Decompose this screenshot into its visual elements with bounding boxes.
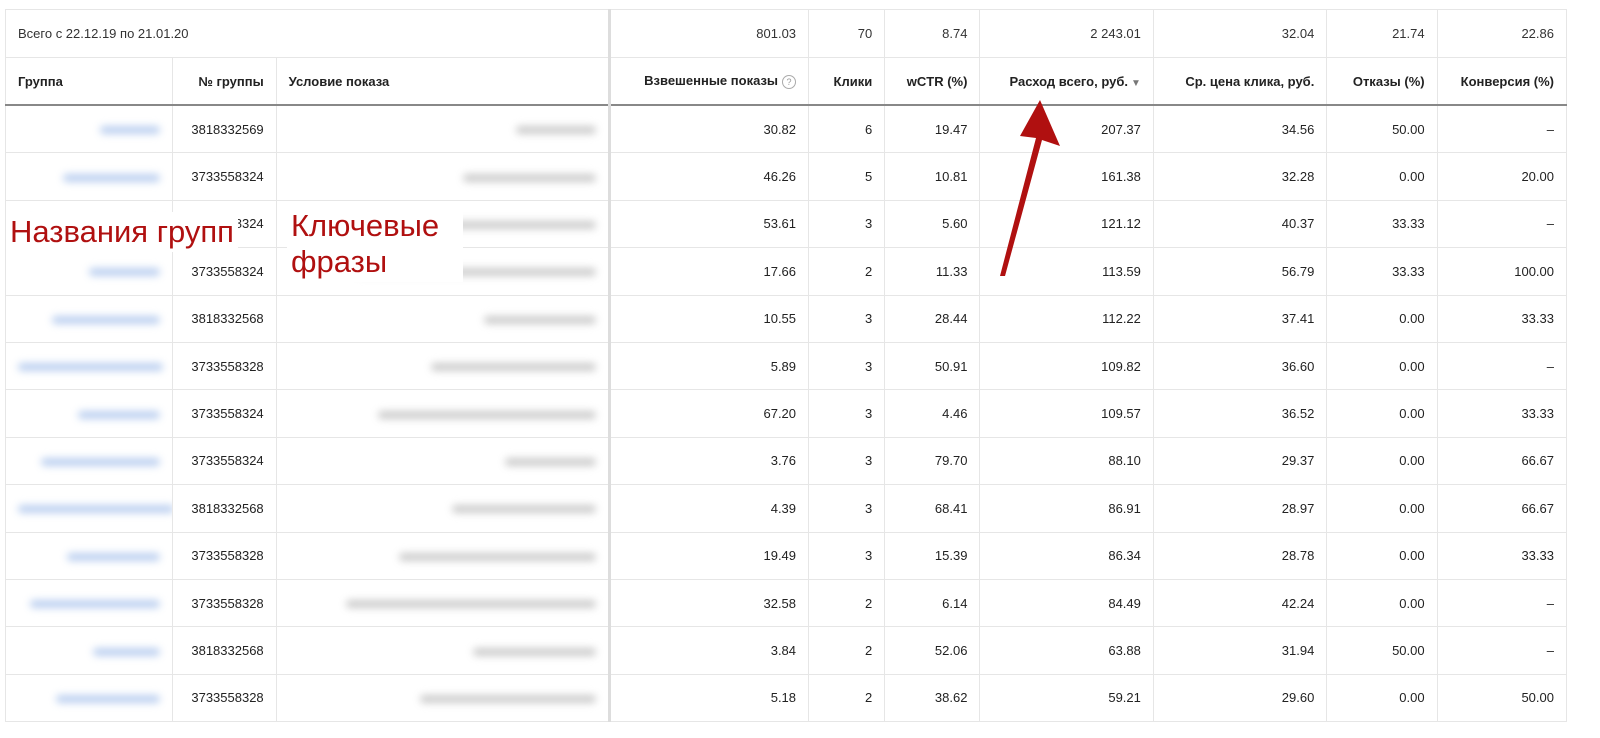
annotation-arrow-icon [1000, 100, 1060, 276]
